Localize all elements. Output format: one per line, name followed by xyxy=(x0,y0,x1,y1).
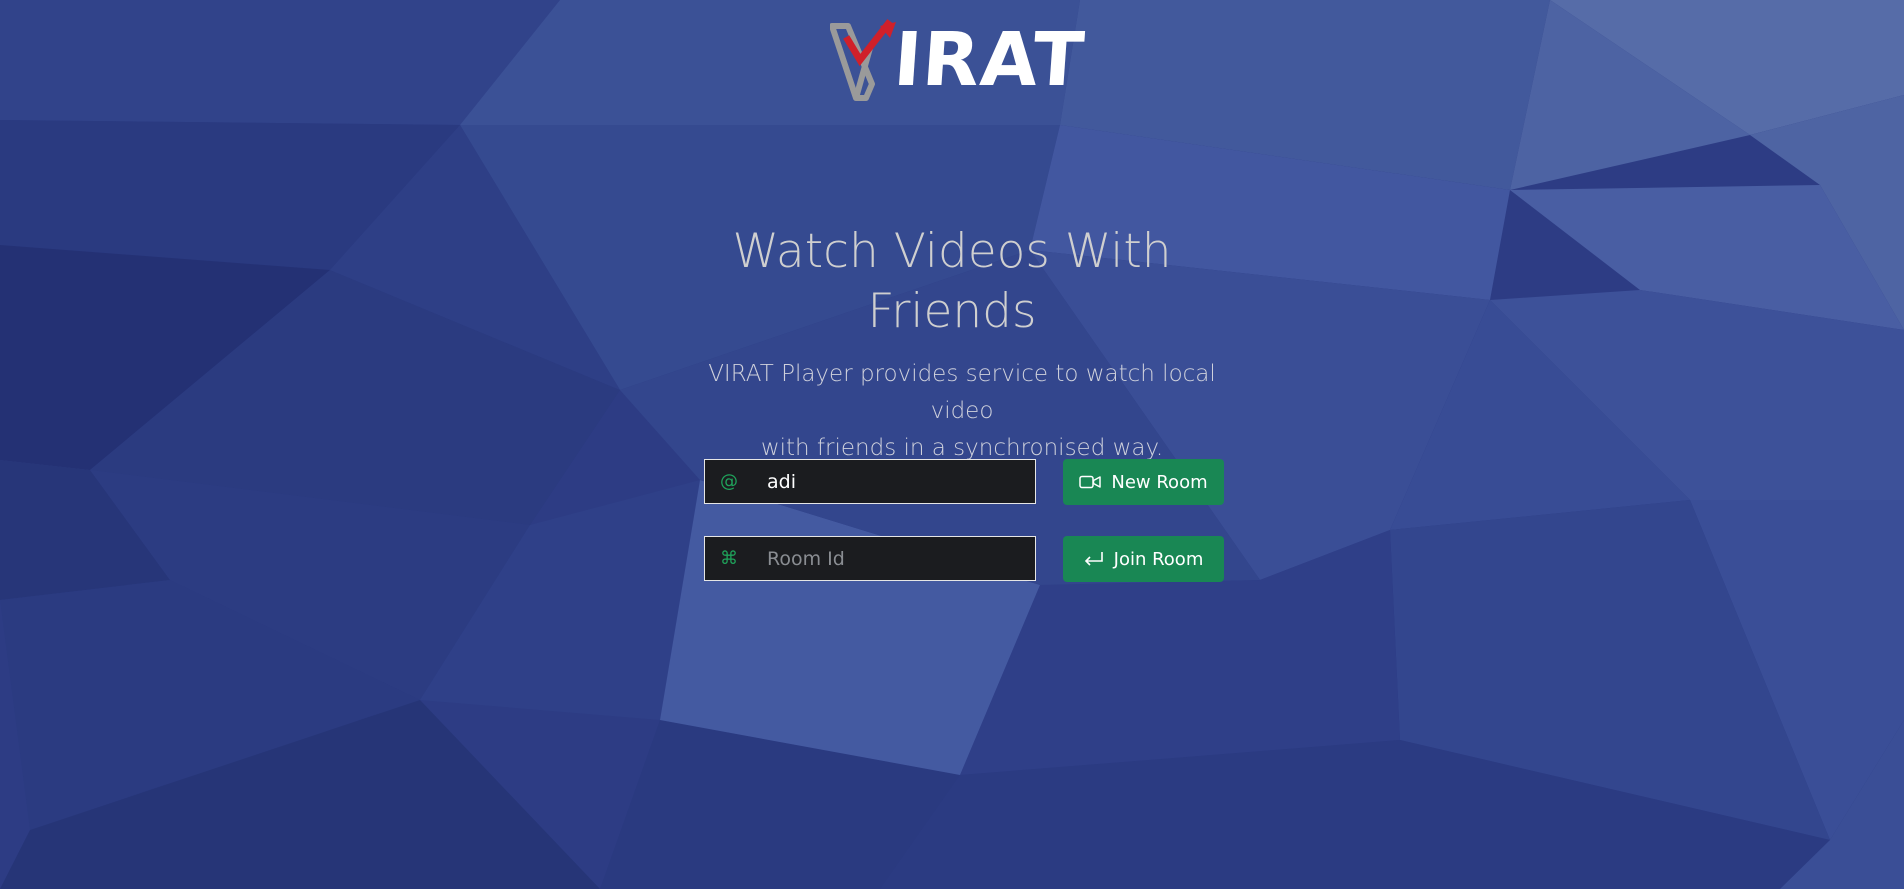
page-title: Watch Videos With Friends xyxy=(652,222,1252,342)
virat-logo: IRAT xyxy=(830,17,1088,103)
v-logo-mark-icon xyxy=(830,19,896,101)
new-room-label: New Room xyxy=(1111,471,1208,493)
video-camera-icon xyxy=(1079,475,1102,489)
username-field: @ xyxy=(704,459,1036,504)
room-id-input[interactable] xyxy=(767,537,1029,580)
landing-page: IRAT Watch Videos With Friends VIRAT Pla… xyxy=(0,0,1904,889)
join-room-button[interactable]: Join Room xyxy=(1063,536,1224,582)
logo-wordmark: IRAT xyxy=(890,17,1088,103)
enter-arrow-icon xyxy=(1084,552,1103,566)
at-icon: @ xyxy=(720,471,738,492)
description-line-1: VIRAT Player provides service to watch l… xyxy=(708,361,1216,424)
username-input[interactable] xyxy=(767,460,1029,503)
command-icon: ⌘ xyxy=(720,548,738,569)
page-description: VIRAT Player provides service to watch l… xyxy=(690,356,1234,467)
room-id-field: ⌘ xyxy=(704,536,1036,581)
title-line-1: Watch Videos With xyxy=(732,224,1172,279)
join-room-label: Join Room xyxy=(1113,548,1204,570)
title-line-2: Friends xyxy=(867,284,1037,339)
new-room-button[interactable]: New Room xyxy=(1063,459,1224,505)
